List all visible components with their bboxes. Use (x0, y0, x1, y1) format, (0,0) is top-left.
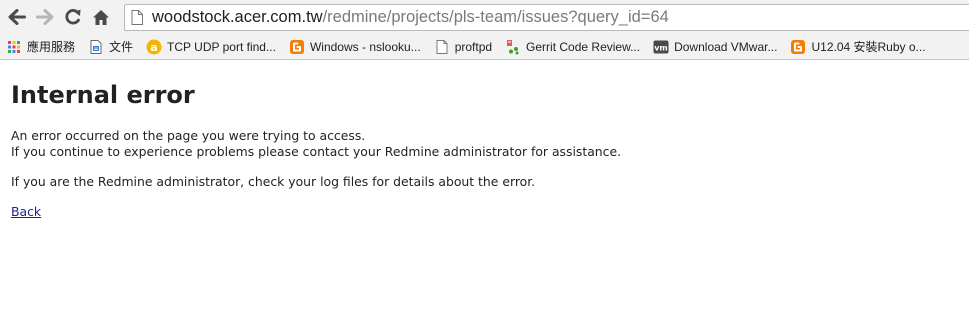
home-icon (93, 9, 109, 25)
bookmark-docs[interactable]: 文件 (83, 36, 138, 58)
bookmark-proftpd[interactable]: proftpd (429, 36, 497, 58)
bookmark-label: Windows - nslooku... (309, 39, 421, 54)
gerrit-icon (507, 39, 519, 54)
bookmark-gerrit[interactable]: Gerrit Code Review... (500, 36, 645, 58)
page-title: Internal error (11, 81, 195, 109)
error-message-line-3: If you are the Redmine administrator, ch… (11, 174, 536, 189)
reload-icon (65, 9, 81, 25)
bookmark-ruby[interactable]: U12.04 安裝Ruby o... (785, 36, 930, 58)
blogger-icon (791, 39, 806, 54)
arrow-left-icon (8, 9, 26, 25)
bookmark-label: TCP UDP port find... (167, 39, 276, 54)
url-path: /redmine/projects/pls-team/issues?query_… (322, 8, 669, 26)
page-icon (436, 39, 448, 54)
blogger-icon (289, 39, 304, 54)
browser-toolbar: woodstock.acer.com.tw/redmine/projects/p… (0, 0, 969, 34)
url-text[interactable]: woodstock.acer.com.tw/redmine/projects/p… (152, 8, 669, 27)
reload-button[interactable] (61, 5, 85, 29)
bookmark-label: U12.04 安裝Ruby o... (811, 40, 926, 54)
bookmark-windows-nslookup[interactable]: Windows - nslooku... (284, 36, 426, 58)
page-icon (131, 10, 143, 25)
back-link[interactable]: Back (11, 204, 41, 220)
error-message-line-1: An error occurred on the page you were t… (11, 128, 366, 143)
home-button[interactable] (89, 5, 113, 29)
bookmark-label: Download VMwar... (674, 39, 778, 54)
address-bar[interactable]: woodstock.acer.com.tw/redmine/projects/p… (124, 4, 969, 31)
url-host: woodstock.acer.com.tw (152, 8, 323, 26)
vmware-icon: vm (653, 40, 669, 53)
bookmark-label: 文件 (109, 40, 134, 54)
arrow-right-icon (36, 9, 54, 25)
bookmark-vmware[interactable]: vm Download VMwar... (648, 36, 782, 58)
error-message-line-2: If you continue to experience problems p… (11, 144, 622, 159)
answers-icon: a (146, 39, 162, 54)
bookmark-tcp-udp[interactable]: a TCP UDP port find... (141, 36, 281, 58)
bookmark-apps[interactable]: 應用服務 (0, 36, 80, 58)
page-content: Internal error An error occurred on the … (11, 60, 961, 220)
bookmarks-bar: 應用服務 文件 a TCP UDP port find... Windows -… (0, 34, 969, 60)
forward-button[interactable] (33, 5, 57, 29)
bookmark-label: proftpd (454, 39, 493, 54)
bookmark-label: Gerrit Code Review... (526, 39, 641, 54)
svg-text:a: a (150, 41, 157, 54)
back-button[interactable] (5, 5, 29, 29)
apps-grid-icon (8, 40, 20, 53)
bookmark-label: 應用服務 (27, 40, 76, 54)
svg-text:vm: vm (654, 43, 668, 52)
document-icon (90, 39, 102, 54)
